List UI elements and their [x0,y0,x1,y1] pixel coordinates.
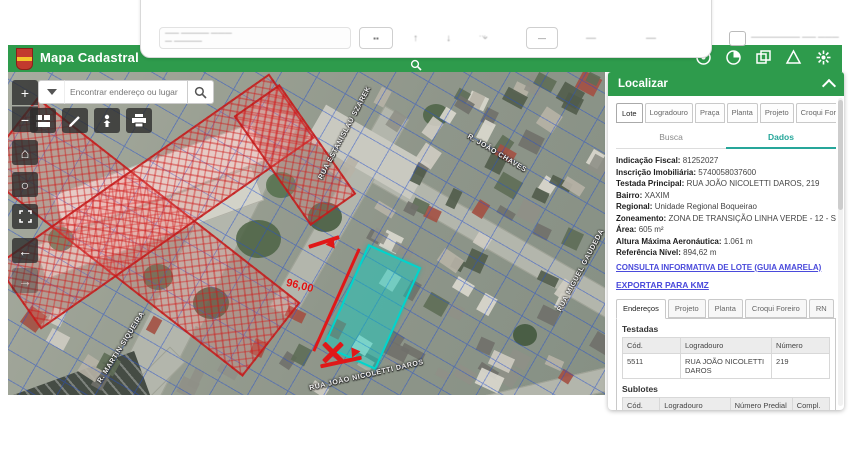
lot-data-fields: Indicação Fiscal: 81252027 Inscrição Imo… [616,155,836,259]
banner-search-icon[interactable] [410,58,422,76]
toolbar-align-button[interactable]: — [526,27,558,49]
field-row: Indicação Fiscal: 81252027 [616,155,836,167]
panel-title: Localizar [618,78,668,90]
zoom-out-button[interactable]: − [12,106,38,132]
field-row: Área: 605 m² [616,224,836,236]
printer-icon [132,114,146,127]
tab-lote[interactable]: Lote [616,103,643,123]
table-row[interactable]: 5511 RUA JOÃO NICOLETTI DAROS 219 [623,353,830,378]
home-button[interactable]: ⌂ [12,140,38,165]
recycle-triangle-icon[interactable] [785,49,802,66]
flower-settings-icon[interactable] [815,49,832,66]
localizar-header[interactable]: Localizar [608,72,844,96]
tab-enderecos[interactable]: Endereços [616,299,666,319]
tab-praca[interactable]: Praça [695,103,725,123]
zoom-in-button[interactable]: + [12,80,38,105]
move-up-icon[interactable]: ↑ [413,33,418,44]
search-input[interactable] [64,80,188,104]
annotation-text-field[interactable]: —— ———— ——— — ———— [159,27,351,49]
scrollbar-thumb[interactable] [838,100,843,210]
person-icon [101,114,113,128]
field-row: Altura Máxima Aeronáutica: 1.061 m [616,236,836,248]
tab-projeto-2[interactable]: Projeto [668,299,706,318]
panel-subtabs: Busca Dados [616,127,836,149]
address-box: Testadas Cód. Logradouro Número 5511 RUA… [616,318,836,411]
collapse-chevron-icon[interactable] [822,79,836,93]
sublotes-heading: Sublotes [622,384,830,394]
search-button[interactable] [188,80,214,104]
subtab-busca[interactable]: Busca [616,127,726,148]
pencil-icon [68,114,82,128]
tab-rn[interactable]: RN [809,299,834,318]
guia-amarela-link[interactable]: CONSULTA INFORMATIVA DE LOTE (GUIA AMARE… [616,263,836,272]
tab-croqui-foreiro[interactable]: Croqui Foreiro [796,103,836,123]
localizar-panel: Localizar Lote Logradouro Praça Planta P… [608,72,844,410]
header-icon-group [695,49,832,66]
testadas-heading: Testadas [622,324,830,334]
draw-measure-button[interactable] [62,108,88,133]
back-button[interactable]: ← [12,238,38,263]
expand-icon [19,210,32,223]
city-crest-logo [16,48,33,70]
field-row: Testada Principal: RUA JOÃO NICOLETTI DA… [616,178,836,190]
toolbar-checkbox[interactable] [729,31,746,46]
panel-body: Lote Logradouro Praça Planta Projeto Cro… [608,96,844,410]
tab-planta[interactable]: Planta [727,103,758,123]
move-down-icon[interactable]: ↓ [446,33,451,44]
field-row: Zoneamento: ZONA DE TRANSIÇÃO LINHA VERD… [616,213,836,225]
app-title: Mapa Cadastral [40,50,139,65]
toolbar-checkbox-label: ——————— —— ——— [751,34,839,41]
search-icon [194,86,207,99]
tab-planta-2[interactable]: Planta [708,299,743,318]
map-search-bar [38,80,214,104]
panel-scrollbar[interactable] [838,98,843,406]
field-row: Referência Nível: 894,62 m [616,247,836,259]
search-dropdown-button[interactable] [38,80,64,104]
subtab-dados[interactable]: Dados [726,127,836,149]
print-button[interactable] [126,108,152,133]
toolbar-dash2-icon[interactable]: — [646,33,656,44]
tab-croqui-foreiro-2[interactable]: Croqui Foreiro [745,299,807,318]
caret-down-icon [47,89,57,95]
toolbar-style-button[interactable]: ▪▪ [359,27,393,49]
table-header-row: Cód. Logradouro Número Predial Compl. [623,397,830,410]
table-header-row: Cód. Logradouro Número [623,337,830,353]
app-window: Mapa Cadastral —— ———— ——— — ———— ··· ▪▪… [0,0,850,450]
export-kmz-link[interactable]: EXPORTAR PARA KMZ [616,280,836,290]
chevron-down-icon[interactable]: ⌄ [481,31,489,42]
field-row: Regional: Unidade Regional Boqueirao [616,201,836,213]
map-canvas[interactable]: 96,00 RUA ESTANISLAU SZAREK R. JOÃO CHAV… [8,72,605,395]
annotation-toolbar: —— ———— ——— — ———— ··· ▪▪ ↑ ↓ ⌄ — — — ——… [140,0,712,58]
field-row: Inscrição Imobiliária: 5740058037600 [616,167,836,179]
locate-button[interactable]: ○ [12,172,38,197]
tab-projeto[interactable]: Projeto [760,103,794,123]
testadas-table: Cód. Logradouro Número 5511 RUA JOÃO NIC… [622,337,830,379]
layers-icon[interactable] [755,49,772,66]
sublotes-table: Cód. Logradouro Número Predial Compl. 0 … [622,397,830,411]
pie-chart-icon[interactable] [725,49,742,66]
address-tabs: Endereços Projeto Planta Croqui Foreiro … [616,299,836,318]
panel-tabs: Lote Logradouro Praça Planta Projeto Cro… [616,103,836,123]
fullscreen-button[interactable] [12,204,38,229]
toolbar-dash-icon[interactable]: — [586,33,596,44]
street-view-button[interactable] [94,108,120,133]
basemap-icon [36,115,50,127]
field-row: Bairro: XAXIM [616,190,836,202]
tab-logradouro[interactable]: Logradouro [645,103,693,123]
forward-button[interactable]: → [12,268,38,293]
